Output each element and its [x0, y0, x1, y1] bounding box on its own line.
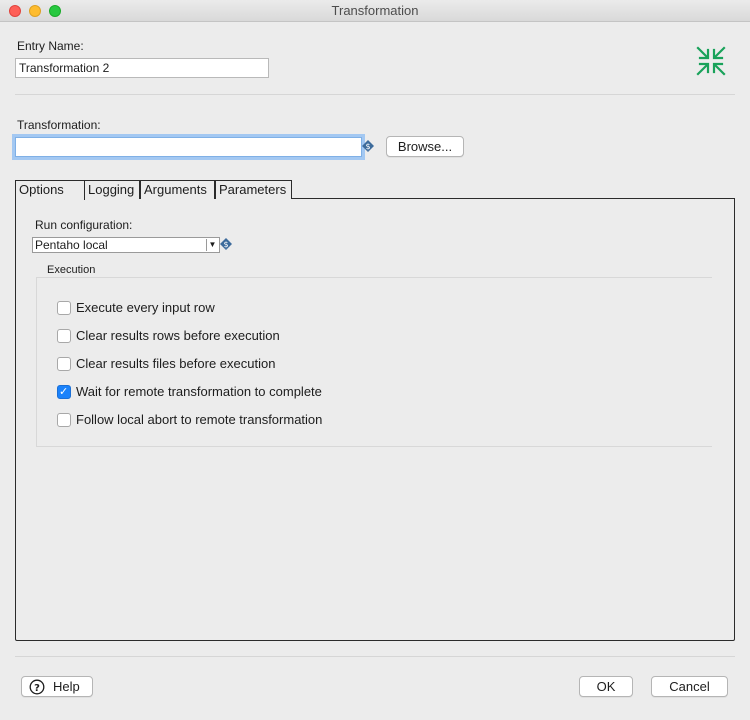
cancel-button[interactable]: Cancel — [651, 676, 728, 697]
checkbox-label: Clear results files before execution — [76, 356, 276, 371]
checkbox-label: Execute every input row — [76, 300, 215, 315]
execution-group-title: Execution — [44, 264, 99, 276]
chevron-down-icon: ▼ — [206, 239, 218, 251]
svg-text:$: $ — [223, 240, 228, 249]
entry-name-label: Entry Name: — [17, 39, 84, 53]
dialog-window: Transformation Entry Name: Transformatio… — [0, 0, 750, 720]
bottom-separator — [15, 656, 735, 657]
tab-logging[interactable]: Logging — [84, 180, 140, 199]
transformation-label: Transformation: — [17, 118, 101, 132]
window-title: Transformation — [331, 3, 419, 18]
checkmark-icon: ✓ — [59, 386, 69, 398]
help-circle-icon: ? — [29, 679, 45, 695]
checkbox-label: Wait for remote transformation to comple… — [76, 384, 322, 399]
tab-bar-line — [292, 198, 735, 199]
run-configuration-select[interactable]: Pentaho local ▼ — [32, 237, 220, 253]
svg-text:$: $ — [365, 142, 370, 151]
entry-name-field[interactable]: Transformation 2 — [15, 58, 269, 78]
help-button[interactable]: ? Help — [21, 676, 93, 697]
tab-arguments[interactable]: Arguments — [140, 180, 215, 199]
checkbox-label: Follow local abort to remote transformat… — [76, 412, 323, 427]
top-separator — [15, 94, 735, 95]
checkbox-box[interactable] — [57, 413, 71, 427]
transformation-field[interactable] — [15, 137, 362, 157]
run-configuration-label: Run configuration: — [35, 218, 133, 232]
checkbox-box[interactable] — [57, 329, 71, 343]
ok-button[interactable]: OK — [579, 676, 633, 697]
tab-options[interactable]: Options — [15, 180, 85, 200]
run-configuration-value: Pentaho local — [35, 238, 108, 252]
svg-text:?: ? — [34, 683, 40, 694]
title-bar: Transformation — [0, 0, 750, 22]
variable-dollar-icon: $ — [220, 238, 232, 250]
checkbox-box[interactable] — [57, 301, 71, 315]
collapse-arrows-icon[interactable] — [695, 45, 727, 77]
checkbox-box[interactable] — [57, 357, 71, 371]
help-button-label: Help — [53, 679, 80, 694]
variable-dollar-icon: $ — [362, 140, 374, 152]
browse-button[interactable]: Browse... — [386, 136, 464, 157]
checkbox-label: Clear results rows before execution — [76, 328, 280, 343]
checkbox-box-checked[interactable]: ✓ — [57, 385, 71, 399]
tab-parameters[interactable]: Parameters — [215, 180, 292, 199]
